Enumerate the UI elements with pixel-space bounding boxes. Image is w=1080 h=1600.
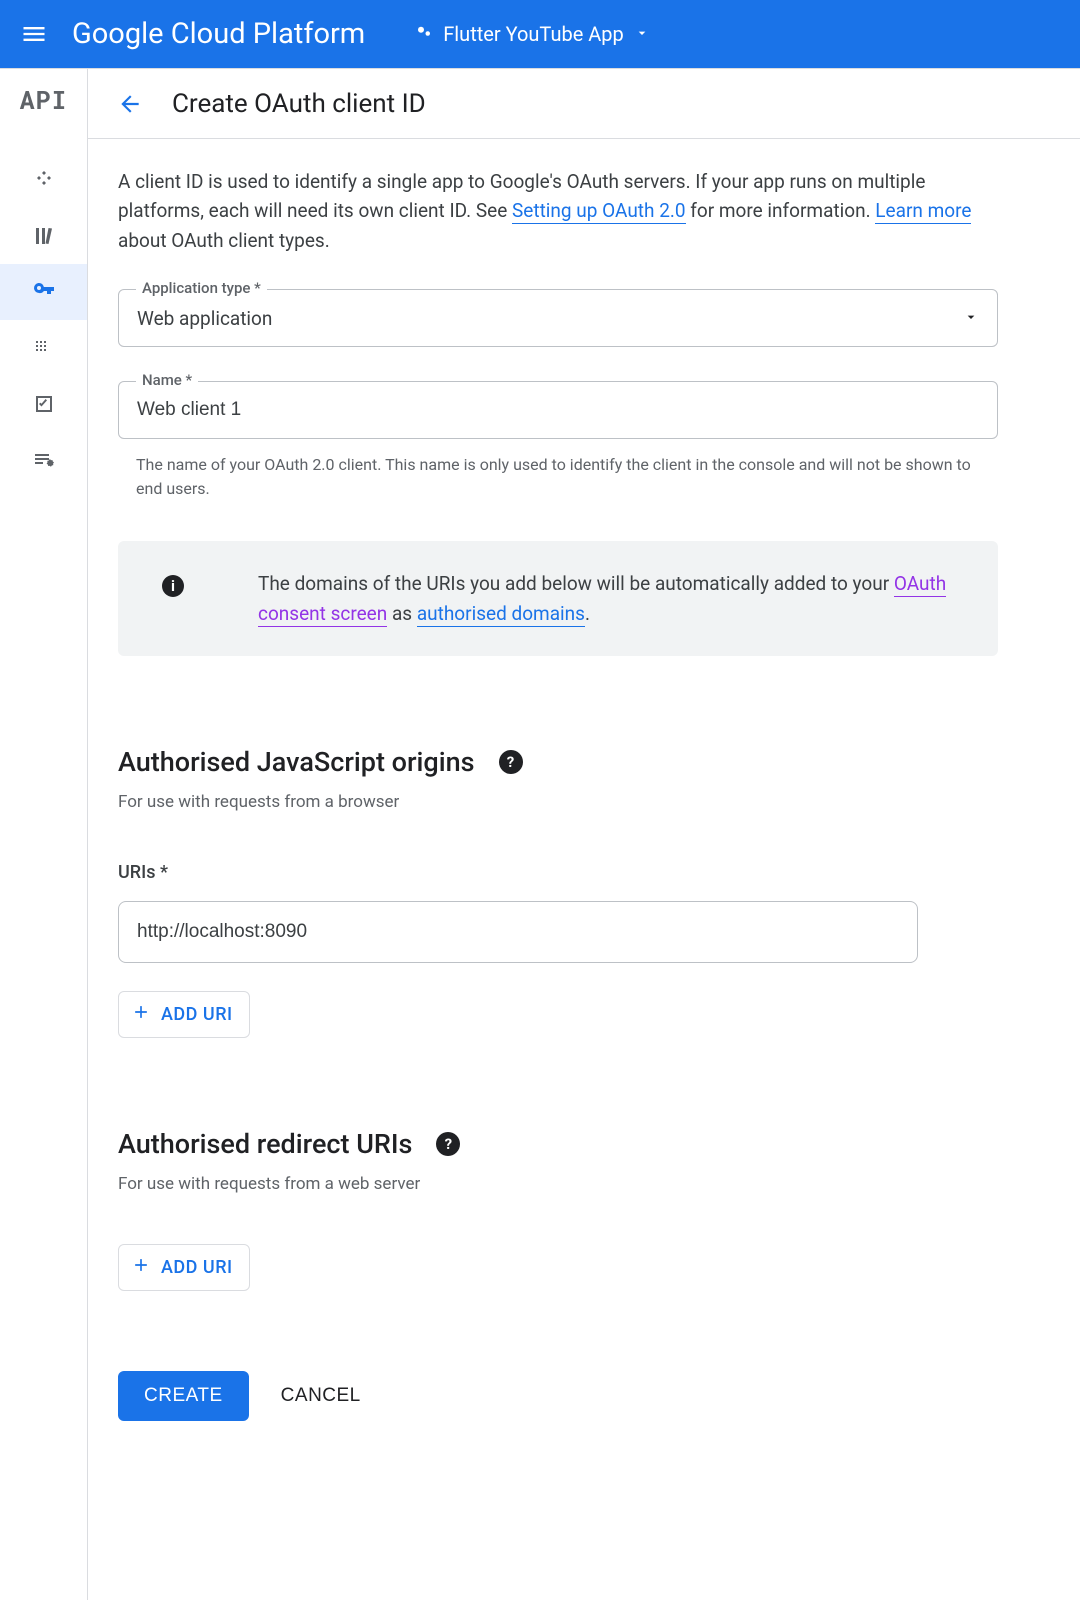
info-icon: i bbox=[162, 575, 184, 597]
project-picker[interactable]: Flutter YouTube App bbox=[415, 22, 650, 46]
js-origins-head: Authorised JavaScript origins ? bbox=[118, 746, 1052, 778]
info-text3: . bbox=[585, 602, 590, 625]
link-setup-oauth[interactable]: Setting up OAuth 2.0 bbox=[512, 199, 686, 224]
caret-down-icon bbox=[963, 307, 979, 330]
brand-suffix: Cloud Platform bbox=[171, 17, 366, 51]
page-head: Create OAuth client ID bbox=[88, 69, 1080, 139]
name-field: Name * bbox=[118, 381, 998, 439]
link-learn-more[interactable]: Learn more bbox=[875, 199, 971, 224]
nav-dashboard-icon[interactable] bbox=[0, 152, 87, 208]
link-authorised-domains[interactable]: authorised domains bbox=[417, 602, 585, 627]
nav-verification-icon[interactable] bbox=[0, 376, 87, 432]
add-js-origin-uri-button[interactable]: ADD URI bbox=[118, 991, 250, 1038]
intro-text: A client ID is used to identify a single… bbox=[118, 167, 978, 255]
js-origins-subtitle: For use with requests from a browser bbox=[118, 792, 1052, 812]
application-type-label: Application type * bbox=[136, 279, 267, 297]
chevron-down-icon bbox=[634, 22, 650, 46]
page-title: Create OAuth client ID bbox=[172, 89, 426, 119]
create-button[interactable]: CREATE bbox=[118, 1371, 249, 1421]
hamburger-menu-icon[interactable] bbox=[16, 16, 52, 52]
info-text2: as bbox=[387, 602, 417, 625]
js-origins-title: Authorised JavaScript origins bbox=[118, 746, 475, 778]
project-name: Flutter YouTube App bbox=[443, 22, 624, 46]
help-icon[interactable]: ? bbox=[436, 1132, 460, 1156]
platform-brand: Google Cloud Platform bbox=[72, 17, 365, 51]
info-panel: i The domains of the URIs you add below … bbox=[118, 541, 998, 656]
nav-consent-icon[interactable] bbox=[0, 320, 87, 376]
help-icon[interactable]: ? bbox=[499, 750, 523, 774]
plus-icon bbox=[131, 1002, 151, 1027]
add-redirect-uri-button[interactable]: ADD URI bbox=[118, 1244, 250, 1291]
add-uri-label: ADD URI bbox=[161, 1004, 233, 1025]
application-type-field: Application type * Web application bbox=[118, 289, 998, 347]
sidebar: API bbox=[0, 69, 88, 1600]
project-bubble-icon bbox=[415, 22, 433, 46]
cancel-button[interactable]: CANCEL bbox=[281, 1385, 361, 1407]
name-label: Name * bbox=[136, 371, 198, 389]
nav-settings-icon[interactable] bbox=[0, 432, 87, 488]
redirect-uris-head: Authorised redirect URIs ? bbox=[118, 1128, 1052, 1160]
top-header: Google Cloud Platform Flutter YouTube Ap… bbox=[0, 0, 1080, 68]
plus-icon bbox=[131, 1255, 151, 1280]
sidebar-api-label: API bbox=[19, 83, 67, 116]
name-helper-text: The name of your OAuth 2.0 client. This … bbox=[118, 453, 978, 501]
intro-part2: for more information. bbox=[686, 199, 876, 222]
name-input[interactable] bbox=[137, 399, 979, 421]
redirect-uris-subtitle: For use with requests from a web server bbox=[118, 1174, 1052, 1194]
application-type-select[interactable]: Web application bbox=[118, 289, 998, 347]
js-origin-uri-input[interactable] bbox=[137, 921, 899, 943]
add-uri-label: ADD URI bbox=[161, 1257, 233, 1278]
redirect-uris-title: Authorised redirect URIs bbox=[118, 1128, 412, 1160]
nav-credentials-icon[interactable] bbox=[0, 264, 87, 320]
nav-library-icon[interactable] bbox=[0, 208, 87, 264]
intro-part3: about OAuth client types. bbox=[118, 229, 330, 252]
brand-prefix: Google bbox=[72, 17, 164, 51]
info-text1: The domains of the URIs you add below wi… bbox=[258, 572, 894, 595]
form-actions: CREATE CANCEL bbox=[118, 1371, 1052, 1421]
application-type-value: Web application bbox=[137, 307, 272, 330]
back-arrow-icon[interactable] bbox=[112, 86, 148, 122]
uris-label: URIs * bbox=[118, 862, 1052, 883]
